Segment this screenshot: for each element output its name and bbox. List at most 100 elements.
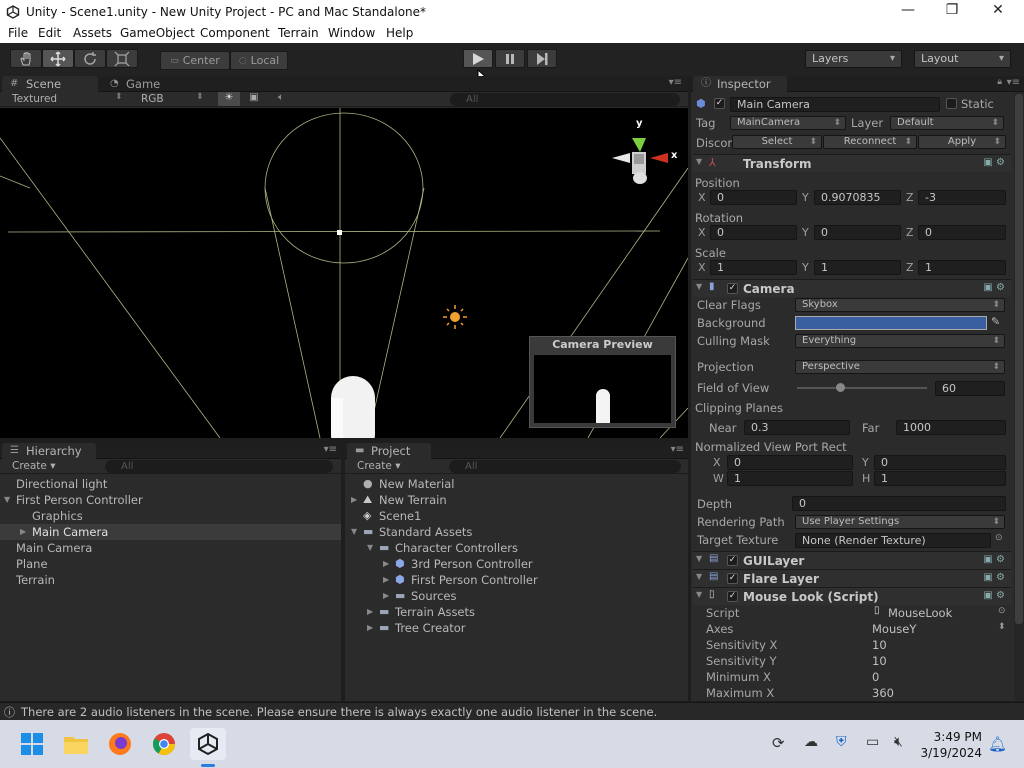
inspector-scroll-thumb[interactable] [1015,94,1023,624]
status-message[interactable]: There are 2 audio listeners in the scene… [21,705,657,719]
menu-gameobject[interactable]: GameObject [120,26,195,40]
expand-arrow-icon[interactable]: ▶ [383,588,389,604]
expand-arrow-icon[interactable]: ▼ [4,492,10,508]
scale-tool-button[interactable] [106,49,138,68]
viewport-w-field[interactable]: 1 [727,471,853,486]
close-button[interactable]: ✕ [978,2,1018,22]
inspector-menu-icon[interactable]: ▾≡ [1007,77,1020,88]
pivot-local-button[interactable]: ◌ Local [230,51,288,70]
rendering-path-dropdown[interactable]: Use Player Settings [795,515,1005,529]
component-settings-icon[interactable]: ▣ ⚙ [983,157,1005,168]
scale-x-field[interactable]: 1 [710,260,797,275]
expand-arrow-icon[interactable]: ▶ [351,492,357,508]
render-mode-dropdown[interactable]: Textured [12,93,57,105]
chrome-icon[interactable] [148,728,180,760]
guilayer-enabled-checkbox[interactable]: ✓ [727,555,738,566]
scene-viewport[interactable]: y x Camera Preview [0,108,688,438]
scene-lighting-toggle[interactable]: ☀ [218,92,240,106]
rotation-y-field[interactable]: 0 [814,225,901,240]
hierarchy-item-graphics[interactable]: Graphics [0,508,341,524]
tag-dropdown[interactable]: MainCamera [730,116,846,130]
collapse-arrow-icon[interactable]: ▼ [696,572,702,581]
hand-tool-button[interactable] [10,49,42,68]
tab-scene[interactable]: # Scene [2,76,98,92]
active-checkbox[interactable]: ✓ [714,98,725,109]
expand-arrow-icon[interactable]: ▶ [383,572,389,588]
firefox-icon[interactable] [104,728,136,760]
viewport-x-field[interactable]: 0 [727,455,853,470]
project-item[interactable]: ▼ ▬ Standard Assets [345,524,688,540]
mouselook-header[interactable]: ▼ ▯ ✓ Mouse Look (Script) ▣ ⚙ [693,587,1011,605]
expand-arrow-icon[interactable]: ▶ [367,620,373,636]
camera-header[interactable]: ▼ ▮ ✓ Camera ▣ ⚙ [693,279,1011,297]
prefab-select-button[interactable]: Select [732,135,822,149]
project-item[interactable]: ▶ ⬢ 3rd Person Controller [345,556,688,572]
layers-dropdown[interactable]: Layers [805,50,902,68]
minimum-x-field[interactable]: 0 [872,670,879,684]
display-icon[interactable]: ▭ [866,734,879,750]
menu-help[interactable]: Help [386,26,413,40]
viewport-h-field[interactable]: 1 [874,471,1006,486]
menu-component[interactable]: Component [200,26,270,40]
hierarchy-item-main-camera-child[interactable]: ▶ Main Camera [0,524,341,540]
component-settings-icon[interactable]: ▣ ⚙ [983,572,1005,583]
minimize-button[interactable]: — [888,2,928,22]
fov-field[interactable]: 60 [935,381,1005,396]
project-create-button[interactable]: Create ▾ [357,460,401,472]
play-button[interactable] [463,49,493,68]
flarelayer-header[interactable]: ▼ ▤ ✓ Flare Layer ▣ ⚙ [693,569,1011,587]
unity-taskbar-icon[interactable] [190,728,226,767]
axes-dropdown[interactable]: MouseY [872,622,916,636]
project-item[interactable]: ▶ ⛰ New Terrain [345,492,688,508]
hierarchy-item-terrain[interactable]: Terrain [0,572,341,588]
hierarchy-item-plane[interactable]: Plane [0,556,341,572]
security-shield-icon[interactable]: ⛨ [836,734,847,750]
fov-slider-track[interactable] [797,383,927,392]
scale-y-field[interactable]: 1 [814,260,901,275]
step-button[interactable] [527,49,557,68]
sensitivity-y-field[interactable]: 10 [872,654,887,668]
project-item[interactable]: ◈ Scene1 [345,508,688,524]
transform-header[interactable]: ▼ ⅄ Transform ▣ ⚙ [693,154,1011,172]
target-texture-field[interactable]: None (Render Texture) [795,533,991,548]
far-field[interactable]: 1000 [896,420,1006,435]
guilayer-header[interactable]: ▼ ▤ ✓ GUILayer ▣ ⚙ [693,551,1011,569]
hierarchy-create-button[interactable]: Create ▾ [12,460,56,472]
camera-enabled-checkbox[interactable]: ✓ [727,283,738,294]
menu-edit[interactable]: Edit [38,26,61,40]
scene-search-input[interactable]: All [450,93,680,106]
collapse-arrow-icon[interactable]: ▼ [696,157,702,166]
lock-icon[interactable]: 🔒︎ [997,77,1002,87]
hierarchy-item-directional-light[interactable]: Directional light [0,476,341,492]
menu-terrain[interactable]: Terrain [278,26,319,40]
project-item[interactable]: ● New Material [345,476,688,492]
flarelayer-enabled-checkbox[interactable]: ✓ [727,573,738,584]
hierarchy-menu-icon[interactable]: ▾≡ [324,444,337,455]
object-picker-icon[interactable]: ⊙ [998,606,1006,616]
clear-flags-dropdown[interactable]: Skybox [795,298,1005,312]
tab-project[interactable]: ▬ Project [347,443,431,459]
component-settings-icon[interactable]: ▣ ⚙ [983,282,1005,293]
layer-dropdown[interactable]: Default [890,116,1004,130]
notification-bell-icon[interactable]: 🔔︎ [988,735,1007,753]
volume-muted-icon[interactable]: 🔇︎ [894,734,903,750]
layout-dropdown[interactable]: Layout [914,50,1011,68]
sync-icon[interactable]: ⟳ [772,734,785,752]
static-checkbox[interactable] [946,98,957,109]
hierarchy-item-main-camera[interactable]: Main Camera [0,540,341,556]
project-item[interactable]: ▶ ▬ Terrain Assets [345,604,688,620]
component-settings-icon[interactable]: ▣ ⚙ [983,554,1005,565]
project-item[interactable]: ▼ ▬ Character Controllers [345,540,688,556]
position-y-field[interactable]: 0.9070835 [814,190,901,205]
fov-slider-thumb[interactable] [835,383,845,392]
file-explorer-icon[interactable] [60,728,92,760]
hierarchy-search-input[interactable]: All [105,460,333,473]
viewport-y-field[interactable]: 0 [874,455,1006,470]
pivot-center-button[interactable]: ▭ Center [160,51,230,70]
menu-assets[interactable]: Assets [73,26,112,40]
prefab-apply-button[interactable]: Apply [918,135,1006,149]
menu-window[interactable]: Window [328,26,375,40]
project-search-input[interactable]: All [449,460,681,473]
move-tool-button[interactable] [42,49,74,68]
scene-audio-toggle[interactable]: 🔈︎ [270,92,292,106]
